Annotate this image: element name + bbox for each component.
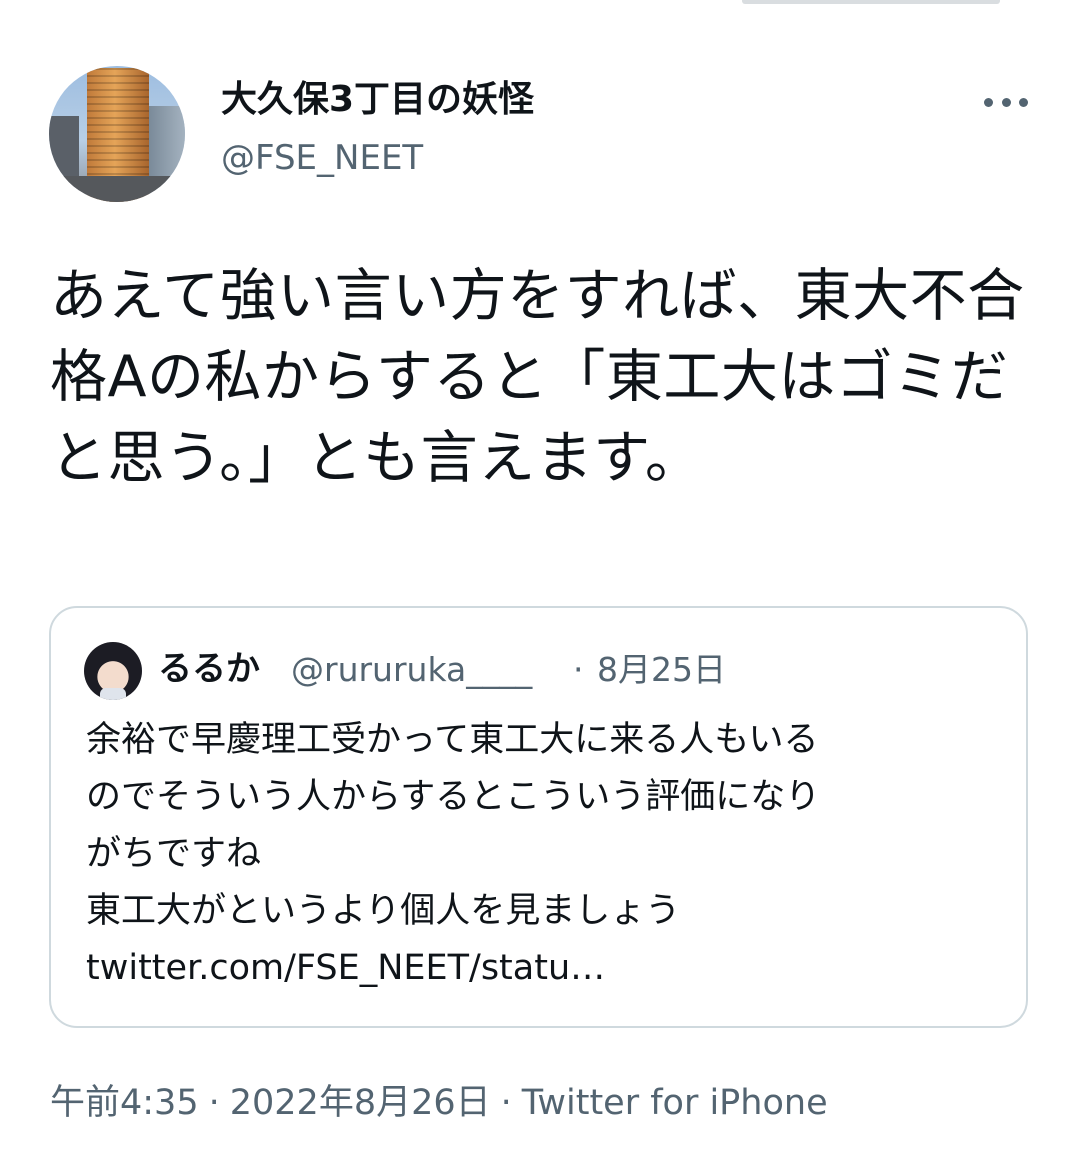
tweet-text: あえて強い言い方をすれば、東大不合格Aの私からすると「東工大はゴミだと思う。」と…: [50, 263, 1025, 491]
more-icon[interactable]: [984, 88, 1028, 116]
quoted-text-line: のでそういう人からするとこういう評価になり: [86, 777, 821, 817]
tweet-time[interactable]: 午前4:35: [50, 1078, 199, 1128]
quoted-author-username: @rururuka____: [291, 650, 533, 689]
quoted-tweet-date: 8月25日: [597, 650, 726, 689]
author-avatar[interactable]: [49, 66, 185, 202]
quoted-text-line: 余裕で早慶理工受かって東工大に来る人もいる: [86, 720, 819, 760]
meta-separator: ·: [500, 1083, 512, 1123]
author-username[interactable]: @FSE_NEET: [221, 136, 423, 180]
quoted-author-avatar: [84, 642, 142, 700]
quoted-tweet-body: 余裕で早慶理工受かって東工大に来る人もいる のでそういう人からするとこういう評価…: [86, 712, 986, 997]
quoted-tweet-card[interactable]: るるか @rururuka____ · 8月25日 余裕で早慶理工受かって東工大…: [49, 606, 1028, 1028]
tweet-source[interactable]: Twitter for iPhone: [522, 1078, 828, 1128]
more-dot: [1019, 97, 1028, 107]
quoted-link[interactable]: twitter.com/FSE_NEET/statu…: [86, 940, 986, 997]
top-edge-sliver: [742, 0, 1000, 4]
quoted-text-line: 東工大がというより個人を見ましょう: [86, 891, 681, 931]
more-dot: [984, 97, 993, 107]
author-display-name[interactable]: 大久保3丁目の妖怪: [221, 76, 534, 124]
tweet-date[interactable]: 2022年8月26日: [230, 1078, 491, 1128]
quoted-text-line: がちですね: [86, 834, 262, 874]
more-dot: [1001, 97, 1011, 107]
meta-separator: ·: [208, 1083, 220, 1123]
avatar-ground: [49, 176, 185, 202]
quoted-author-display-name: るるか: [158, 649, 260, 689]
tweet-meta: 午前4:35 · 2022年8月26日 · Twitter for iPhone: [50, 1078, 828, 1128]
quoted-meta-separator: ·: [573, 650, 584, 689]
